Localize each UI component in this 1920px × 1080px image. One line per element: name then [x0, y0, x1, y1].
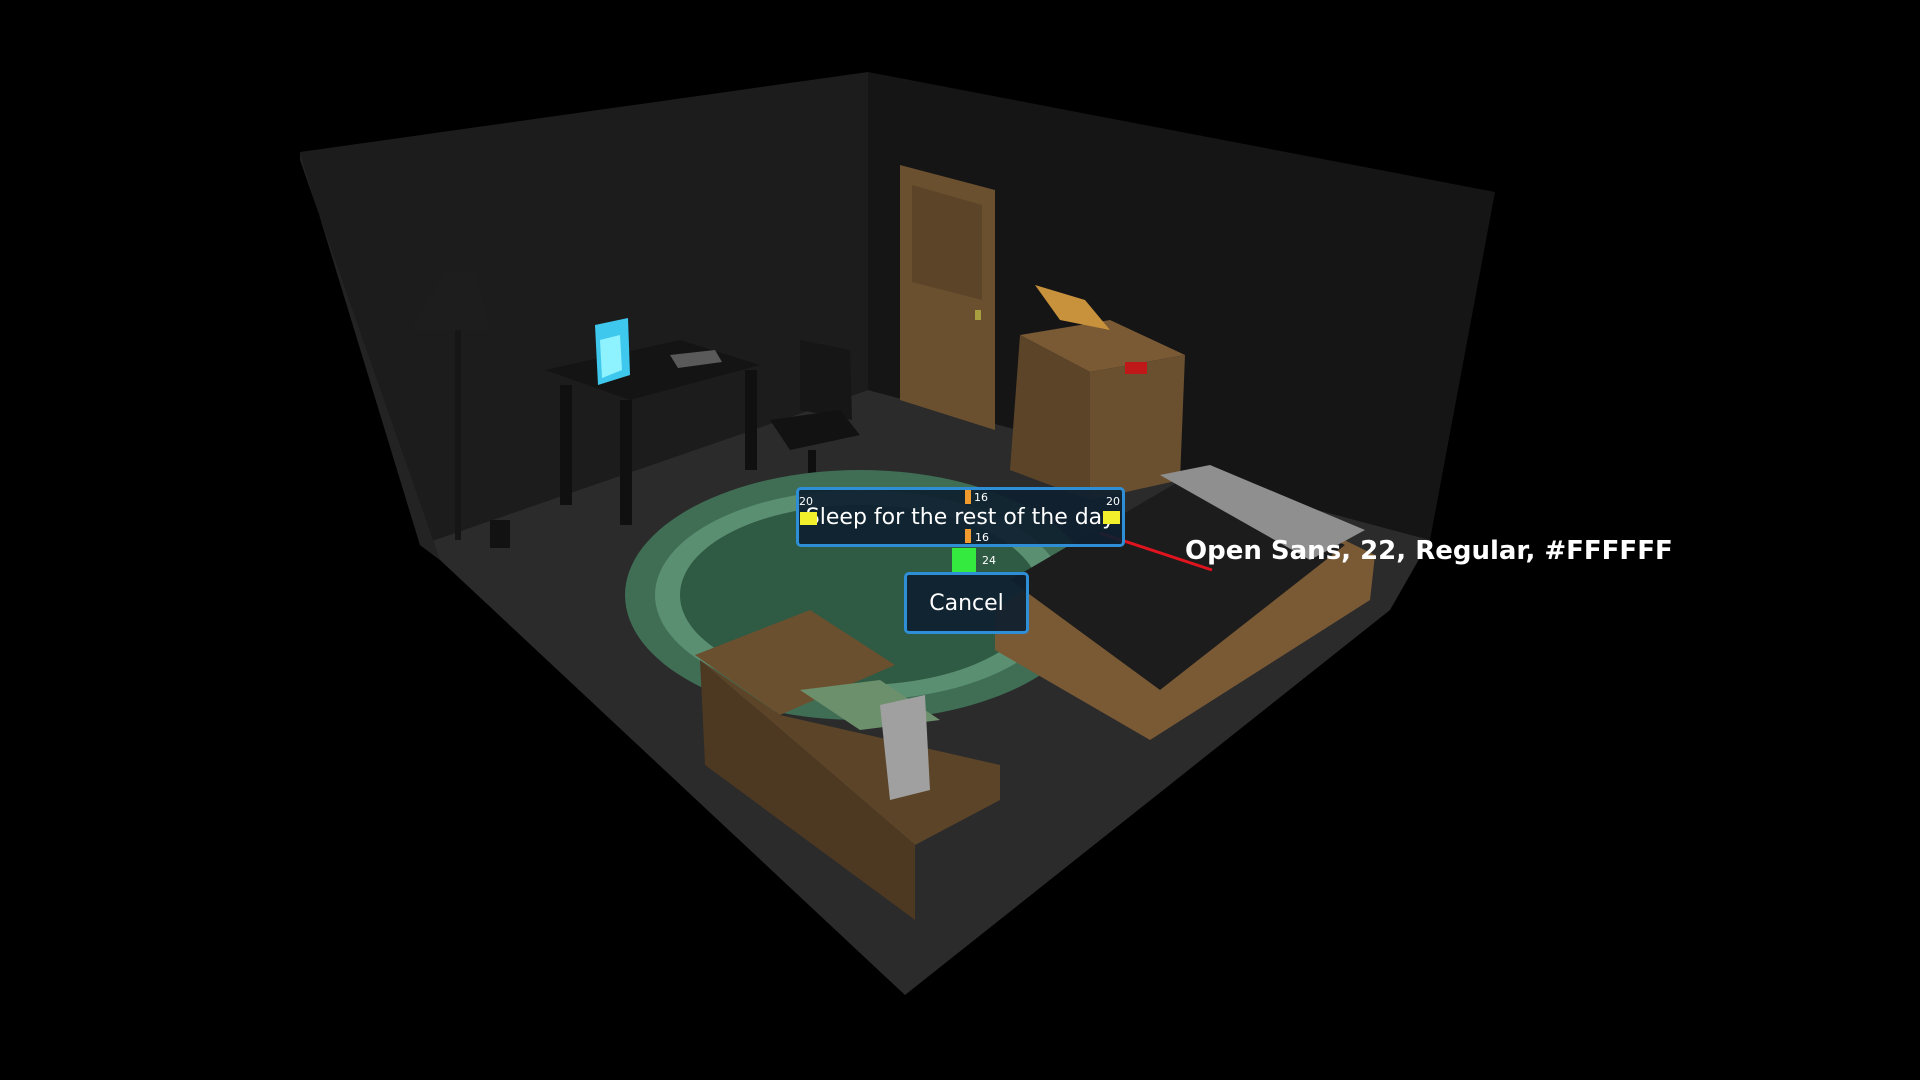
door-knob [975, 310, 981, 320]
lamp-pole [455, 330, 461, 540]
button-gap-marker [952, 548, 976, 572]
desk-leg-2 [620, 400, 632, 525]
cancel-button[interactable]: Cancel [904, 572, 1029, 634]
cancel-button-label: Cancel [929, 590, 1004, 616]
right-padding-marker [1103, 511, 1120, 524]
button-gap-value: 24 [982, 554, 996, 567]
font-annotation: Open Sans, 22, Regular, #FFFFFF [1185, 536, 1673, 566]
top-padding-marker [965, 490, 971, 504]
sleep-rest-of-day-button[interactable]: Sleep for the rest of the day [796, 487, 1125, 547]
door-panel [912, 185, 982, 300]
sleep-button-label: Sleep for the rest of the day [805, 504, 1116, 530]
left-padding-value: 20 [799, 495, 813, 508]
bottom-padding-marker [965, 529, 971, 543]
clock [1125, 362, 1147, 374]
bottom-padding-value: 16 [975, 531, 989, 544]
desk-leg-1 [560, 385, 572, 505]
left-padding-marker [800, 512, 817, 525]
chair-back [800, 340, 852, 420]
lamp-base [490, 520, 510, 548]
top-padding-value: 16 [974, 491, 988, 504]
desk-leg-3 [745, 370, 757, 470]
right-padding-value: 20 [1106, 495, 1120, 508]
